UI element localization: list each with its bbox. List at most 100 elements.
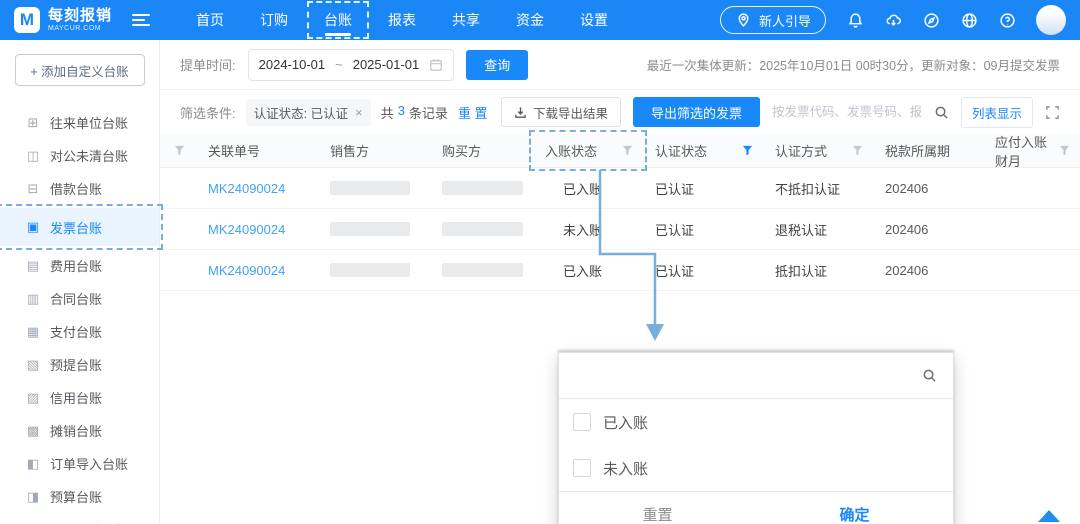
- topnav-item-ledger[interactable]: 台账: [306, 0, 370, 40]
- sidebar-item-label: 预提台账: [50, 358, 103, 373]
- dropdown-option-not-entered[interactable]: 未入账: [559, 445, 953, 491]
- header-cert-method: 认证方式: [763, 134, 873, 167]
- help-icon[interactable]: [998, 11, 1016, 29]
- topnav-menu: 首页 订购 台账 报表 共享 资金 设置: [178, 0, 626, 40]
- dropdown-footer: 重置 确定: [559, 491, 953, 524]
- tax-period-cell: 202406: [885, 262, 929, 278]
- user-avatar[interactable]: [1036, 5, 1066, 35]
- redacted-seller: [330, 222, 410, 236]
- sidebar-item-label: 信用台账: [50, 391, 103, 406]
- payment-ledger-icon: ▦: [26, 323, 40, 339]
- sidebar-item-expense-ledger[interactable]: ▤ 费用台账: [0, 249, 159, 282]
- sidebar-item-amortization-ledger[interactable]: ▩ 摊销台账: [0, 414, 159, 447]
- entry-status-filter-icon[interactable]: [622, 145, 633, 156]
- globe-icon[interactable]: [960, 11, 978, 29]
- order-link[interactable]: MK24090024: [208, 263, 285, 278]
- cert-status-cell: 已认证: [655, 222, 695, 238]
- fullscreen-icon[interactable]: [1045, 105, 1060, 120]
- date-end[interactable]: 2025-01-01: [353, 57, 420, 72]
- sidebar-item-payment-ledger[interactable]: ▦ 支付台账: [0, 315, 159, 348]
- newbie-guide-button[interactable]: 新人引导: [719, 6, 826, 34]
- export-filtered-invoices-button[interactable]: 导出筛选的发票: [632, 97, 760, 127]
- table-row[interactable]: MK24090024 未入账 已认证 退税认证 202406: [160, 209, 1080, 250]
- bell-icon[interactable]: [846, 11, 864, 29]
- invoice-ledger-icon: ▣: [26, 219, 40, 234]
- sidebar-item-contract-ledger[interactable]: ▥ 合同台账: [0, 282, 159, 315]
- sidebar-item-loan-ledger[interactable]: ⊟ 借款台账: [0, 172, 159, 205]
- dropdown-confirm-button[interactable]: 确定: [756, 492, 953, 524]
- table-row[interactable]: MK24090024 已入账 已认证 抵扣认证 202406: [160, 250, 1080, 291]
- topnav-item-funds[interactable]: 资金: [498, 0, 562, 40]
- back-to-top-button[interactable]: [1038, 510, 1060, 522]
- remove-filter-icon[interactable]: ×: [355, 106, 363, 119]
- sidebar-item-label: 往来单位台账: [50, 116, 129, 131]
- sidebar-item-corporate-unsettled-ledger[interactable]: ◫ 对公未清台账: [0, 139, 159, 172]
- query-button[interactable]: 查询: [466, 49, 529, 80]
- sidebar-item-budget-ledger[interactable]: ◨ 预算台账: [0, 480, 159, 513]
- redacted-buyer: [442, 222, 523, 236]
- sidebar-item-label: 对公未清台账: [50, 149, 129, 164]
- cloud-download-icon[interactable]: [884, 11, 902, 29]
- topbar-right: 新人引导: [719, 5, 1066, 35]
- list-display-button[interactable]: 列表显示: [960, 96, 1033, 128]
- table-header: 关联单号 销售方 购买方 入账状态 认证状态 认证方式 税款所属期 应付入账财月: [160, 130, 1080, 171]
- search-icon[interactable]: [934, 105, 949, 120]
- expense-ledger-icon: ▤: [26, 257, 40, 273]
- payable-month-filter-icon[interactable]: [1059, 145, 1070, 156]
- dropdown-reset-button[interactable]: 重置: [559, 492, 756, 524]
- add-custom-ledger-button[interactable]: + 添加自定义台账: [14, 54, 145, 86]
- header-cert-status: 认证状态: [643, 134, 763, 167]
- dropdown-search-icon[interactable]: [922, 368, 937, 383]
- sidebar-item-order-import-ledger[interactable]: ◧ 订单导入台账: [0, 447, 159, 480]
- download-export-label: 下载导出结果: [532, 106, 608, 121]
- header-label: 税款所属期: [885, 144, 951, 159]
- header-seller: 销售方: [318, 134, 430, 167]
- sidebar-item-credit-ledger[interactable]: ▨ 信用台账: [0, 381, 159, 414]
- header-tax-period: 税款所属期: [873, 134, 983, 167]
- compass-icon[interactable]: [922, 11, 940, 29]
- dropdown-option-entered[interactable]: 已入账: [559, 399, 953, 445]
- sidebar-item-label: 发票台账: [50, 220, 103, 236]
- header-filter-column: [160, 134, 196, 167]
- entry-status-cell: 已入账: [563, 181, 603, 197]
- checkbox-entered[interactable]: [573, 413, 591, 431]
- brand-logo-icon[interactable]: M: [14, 7, 40, 33]
- header-label: 购买方: [442, 144, 482, 159]
- cert-status-filter-icon[interactable]: [742, 145, 753, 156]
- filter-tag-cert-status: 认证状态: 已认证 ×: [245, 98, 371, 126]
- order-link[interactable]: MK24090024: [208, 222, 285, 237]
- invoice-search-input[interactable]: [771, 105, 922, 119]
- date-range-picker[interactable]: 2024-10-01 ~ 2025-01-01: [247, 48, 455, 81]
- sidebar-item-counterparty-ledger[interactable]: ⊞ 往来单位台账: [0, 106, 159, 139]
- reset-filters-button[interactable]: 重 置: [458, 103, 488, 122]
- entry-status-cell: 已入账: [563, 263, 603, 279]
- cert-method-filter-icon[interactable]: [852, 145, 863, 156]
- date-start[interactable]: 2024-10-01: [259, 57, 326, 72]
- redacted-seller: [330, 263, 410, 277]
- entry-status-cell: 未入账: [563, 222, 603, 238]
- table-row[interactable]: MK24090024 已入账 已认证 不抵扣认证 202406: [160, 168, 1080, 209]
- filter-funnel-icon[interactable]: [174, 145, 185, 156]
- calendar-icon[interactable]: [429, 58, 443, 72]
- credit-ledger-icon: ▨: [26, 389, 40, 405]
- sidebar-item-label: 支付台账: [50, 325, 103, 340]
- menu-toggle-icon[interactable]: [132, 14, 151, 26]
- download-export-button[interactable]: 下载导出结果: [500, 97, 621, 127]
- checkbox-not-entered[interactable]: [573, 459, 591, 477]
- topnav-item-share[interactable]: 共享: [434, 0, 498, 40]
- record-count: 共 3 条记录: [381, 103, 448, 122]
- sidebar-item-expense-adjust-analysis[interactable]: ◪费用调整分析: [0, 513, 159, 524]
- order-link[interactable]: MK24090024: [208, 181, 285, 196]
- topnav-item-settings[interactable]: 设置: [562, 0, 626, 40]
- sidebar-item-invoice-ledger[interactable]: ▣ 发票台账: [0, 204, 163, 250]
- invoice-table: 关联单号 销售方 购买方 入账状态 认证状态 认证方式 税款所属期 应付入账财月: [160, 130, 1080, 291]
- redacted-seller: [330, 181, 410, 195]
- sidebar-item-label: 摊销台账: [50, 424, 103, 439]
- dropdown-search-input[interactable]: [575, 367, 922, 384]
- sidebar-item-label: 合同台账: [50, 292, 103, 307]
- topnav-item-home[interactable]: 首页: [178, 0, 242, 40]
- topnav-item-order[interactable]: 订购: [242, 0, 306, 40]
- sidebar-item-accrual-ledger[interactable]: ▧ 预提台账: [0, 348, 159, 381]
- amortization-ledger-icon: ▩: [26, 422, 40, 438]
- topnav-item-report[interactable]: 报表: [370, 0, 434, 40]
